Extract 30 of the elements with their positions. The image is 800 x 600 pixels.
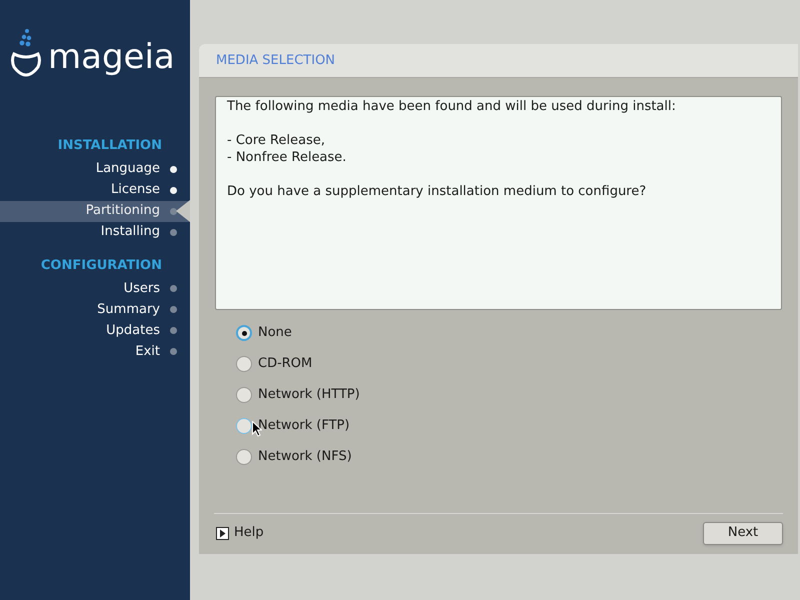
step-label: Exit <box>135 342 160 361</box>
radio-option[interactable]: CD-ROM <box>236 354 798 374</box>
radio-option[interactable]: Network (FTP) <box>236 416 798 436</box>
section-heading: CONFIGURATION <box>40 256 163 274</box>
page-title: MEDIA SELECTION <box>216 52 336 70</box>
step-label: Updates <box>106 322 160 340</box>
step-label: License <box>110 181 160 200</box>
radio-button[interactable] <box>236 356 252 372</box>
radio-button[interactable] <box>236 418 252 434</box>
expand-icon <box>216 526 229 540</box>
radio-option[interactable]: Network (HTTP) <box>236 385 798 405</box>
message-line: - Nonfree Release. <box>227 149 348 166</box>
step-label: Partitioning <box>86 202 160 220</box>
message-line: - Core Release, <box>227 132 326 149</box>
logo-icon <box>10 27 42 77</box>
next-button[interactable]: Next <box>703 522 783 544</box>
radio-button[interactable] <box>236 449 252 465</box>
radio-button[interactable] <box>236 325 252 341</box>
radio-button[interactable] <box>236 387 252 403</box>
step-label: Installing <box>100 223 160 242</box>
message-line: The following media have been found and will be used during install: <box>227 98 677 115</box>
step-label: Users <box>124 280 160 298</box>
logo-text: mageia <box>48 40 175 74</box>
radio-option[interactable]: Network (NFS) <box>236 447 798 467</box>
message-line: Do you have a supplementary installation medium to configure? <box>227 183 648 200</box>
help-button[interactable]: Help <box>216 523 264 543</box>
section-heading: INSTALLATION <box>56 137 163 155</box>
step-label: Summary <box>97 300 160 319</box>
radio-option[interactable]: None <box>236 323 798 343</box>
step-label: Language <box>96 160 160 178</box>
